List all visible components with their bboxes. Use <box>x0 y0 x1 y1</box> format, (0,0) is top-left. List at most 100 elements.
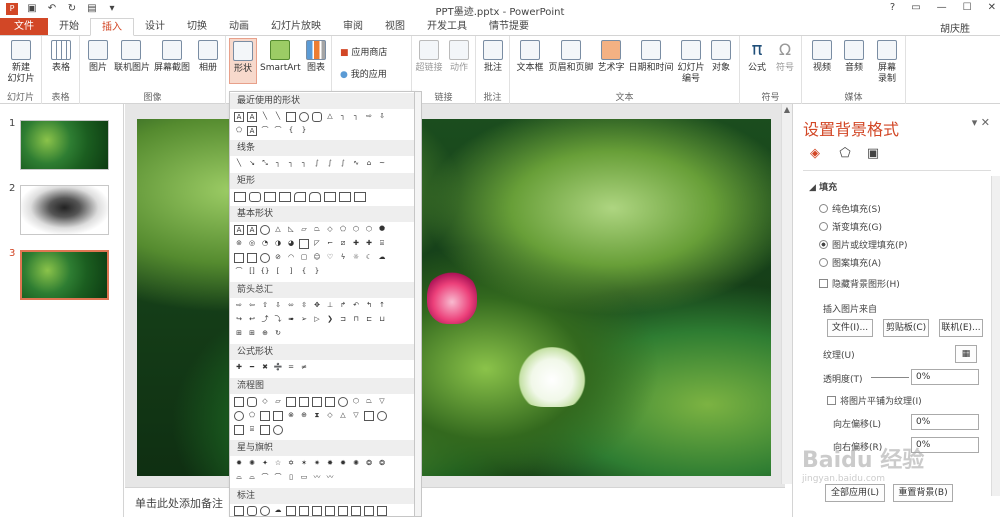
new-slide-button[interactable]: 新建 幻灯片 <box>4 40 38 85</box>
summing-junction-icon[interactable]: ⊗ <box>286 411 296 421</box>
round2-rect-icon[interactable] <box>309 192 321 202</box>
pentagon-icon[interactable]: ⬠ <box>338 225 348 235</box>
hexagon-icon[interactable]: ⬡ <box>351 225 361 235</box>
triangle-shape-icon[interactable]: △ <box>325 112 335 122</box>
fill-bucket-icon[interactable]: ◈ <box>807 146 823 162</box>
rect-callout-icon[interactable] <box>234 506 244 516</box>
tab-developer[interactable]: 开发工具 <box>416 18 478 35</box>
chevron-arrow-icon[interactable]: ❯ <box>325 315 335 325</box>
fill-section-header[interactable]: ◢ 填充 <box>809 180 837 193</box>
equal-icon[interactable]: = <box>286 363 296 373</box>
lr-callout-icon[interactable]: ⊞ <box>234 329 244 339</box>
plain-rect-icon[interactable] <box>339 192 351 202</box>
bevel-icon[interactable] <box>247 253 257 263</box>
delay-icon[interactable] <box>377 411 387 421</box>
alt-process-icon[interactable] <box>247 397 257 407</box>
star7-icon[interactable]: ✶ <box>299 459 309 469</box>
left-callout-arrow-icon[interactable]: ⊏ <box>364 315 374 325</box>
display-icon[interactable] <box>273 425 283 435</box>
right-triangle-icon[interactable]: ◺ <box>286 225 296 235</box>
accent-callout4-icon[interactable] <box>377 506 387 516</box>
divide-icon[interactable]: ➗ <box>273 363 283 373</box>
left-arrow-icon[interactable]: ⇦ <box>247 301 257 311</box>
picture-fill-radio[interactable]: 图片或纹理填充(P) <box>819 238 907 251</box>
pattern-fill-radio[interactable]: 图案填充(A) <box>819 256 881 269</box>
pentagon-arrow-icon[interactable]: ▷ <box>312 315 322 325</box>
equation-button[interactable]: π 公式 <box>744 40 770 74</box>
texture-picker[interactable]: ▦ <box>955 345 977 363</box>
triangle-basic-icon[interactable]: △ <box>273 225 283 235</box>
quad-arrow-icon[interactable]: ✥ <box>312 301 322 311</box>
transparency-input[interactable]: 0% <box>911 369 979 385</box>
accent-callout1-icon[interactable] <box>338 506 348 516</box>
predefined-process-icon[interactable] <box>286 397 296 407</box>
manual-input-icon[interactable]: ⏢ <box>364 397 374 407</box>
maximize-icon[interactable]: ☐ <box>963 2 972 13</box>
terminator-icon[interactable] <box>338 397 348 407</box>
minimize-icon[interactable]: — <box>937 2 947 13</box>
arc-basic-icon[interactable]: ⌒ <box>234 267 244 277</box>
snip-rect-icon[interactable] <box>264 192 276 202</box>
arrow-icon[interactable]: ↘ <box>247 159 257 169</box>
elbow-arrow-icon[interactable]: ┐ <box>351 112 361 122</box>
l-shape-icon[interactable]: ⌐ <box>325 239 335 249</box>
album-button[interactable]: 相册 <box>194 40 222 74</box>
left-right-arrow-icon[interactable]: ⬄ <box>286 301 296 311</box>
tab-insert[interactable]: 插入 <box>90 18 134 36</box>
curved-ribbon-up-icon[interactable]: ⌒ <box>260 473 270 483</box>
stored-data-icon[interactable] <box>364 411 374 421</box>
curved-double-icon[interactable]: ∫ <box>338 159 348 169</box>
star6-icon[interactable]: ✡ <box>286 459 296 469</box>
down-arrow-icon[interactable]: ⇩ <box>273 301 283 311</box>
textbox-button[interactable]: 文本框 <box>514 40 546 74</box>
star16-icon[interactable]: ✺ <box>351 459 361 469</box>
teardrop-icon[interactable]: ◕ <box>286 239 296 249</box>
accent-callout3-icon[interactable] <box>364 506 374 516</box>
card-icon[interactable] <box>260 411 270 421</box>
process-icon[interactable] <box>234 397 244 407</box>
ribbon-up-icon[interactable]: ⌓ <box>234 473 244 483</box>
quad-callout-icon[interactable]: ⊕ <box>260 329 270 339</box>
octagon-icon[interactable]: ⯃ <box>377 225 387 235</box>
slide-thumbnail-2[interactable] <box>20 185 109 235</box>
minus-icon[interactable]: ━ <box>247 363 257 373</box>
right-brace-icon[interactable]: } <box>312 267 322 277</box>
parallelogram-icon[interactable]: ▱ <box>299 225 309 235</box>
multiply-icon[interactable]: ✖ <box>260 363 270 373</box>
file-button[interactable]: 文件(I)... <box>827 319 873 337</box>
double-wave-icon[interactable]: 〰 <box>325 473 335 483</box>
arc-shape-icon[interactable]: ⌒ <box>260 126 270 136</box>
down-callout-arrow-icon[interactable]: ⊓ <box>351 315 361 325</box>
scroll-up-icon[interactable]: ▲ <box>782 104 792 116</box>
line-callout3-icon[interactable] <box>312 506 322 516</box>
collate-icon[interactable]: ⧗ <box>312 411 322 421</box>
double-brace-icon[interactable]: {} <box>260 267 270 277</box>
pie-icon[interactable]: ◔ <box>260 239 270 249</box>
diagonal-stripe-icon[interactable]: ⧄ <box>338 239 348 249</box>
star5-icon[interactable]: ☆ <box>273 459 283 469</box>
star32-icon[interactable]: ❂ <box>377 459 387 469</box>
magnetic-disk-icon[interactable]: ⌸ <box>247 425 257 435</box>
hide-background-checkbox[interactable]: 隐藏背景图形(H) <box>819 277 900 290</box>
frame-icon[interactable] <box>299 239 309 249</box>
elbow-connector-icon[interactable]: ┐ <box>338 112 348 122</box>
can-icon[interactable]: ⌸ <box>377 239 387 249</box>
lightning-icon[interactable]: ϟ <box>338 253 348 263</box>
right-arrow-shape-icon[interactable]: ⇨ <box>364 112 374 122</box>
clipboard-button[interactable]: 剪贴板(C) <box>883 319 929 337</box>
online-pictures-button[interactable]: 联机图片 <box>114 40 150 74</box>
double-arrow-icon[interactable]: ⤡ <box>260 159 270 169</box>
cloud-callout-icon[interactable]: ☁ <box>273 506 283 516</box>
moon-icon[interactable]: ☾ <box>364 253 374 263</box>
oval-callout-icon[interactable] <box>260 506 270 516</box>
comment-button[interactable]: 批注 <box>480 40 506 74</box>
extract-icon[interactable]: △ <box>338 411 348 421</box>
effects-pentagon-icon[interactable]: ⬠ <box>837 146 853 162</box>
right-bracket-icon[interactable]: ] <box>286 267 296 277</box>
curved-icon[interactable]: ∫ <box>312 159 322 169</box>
curved-ribbon-down-icon[interactable]: ⌒ <box>273 473 283 483</box>
textbox-basic-icon[interactable]: A <box>234 225 244 235</box>
vertical-text-shape-icon[interactable]: A <box>247 112 257 122</box>
shapes-button[interactable]: 形状 <box>229 38 257 84</box>
rounded-rect-shape-icon[interactable] <box>312 112 322 122</box>
